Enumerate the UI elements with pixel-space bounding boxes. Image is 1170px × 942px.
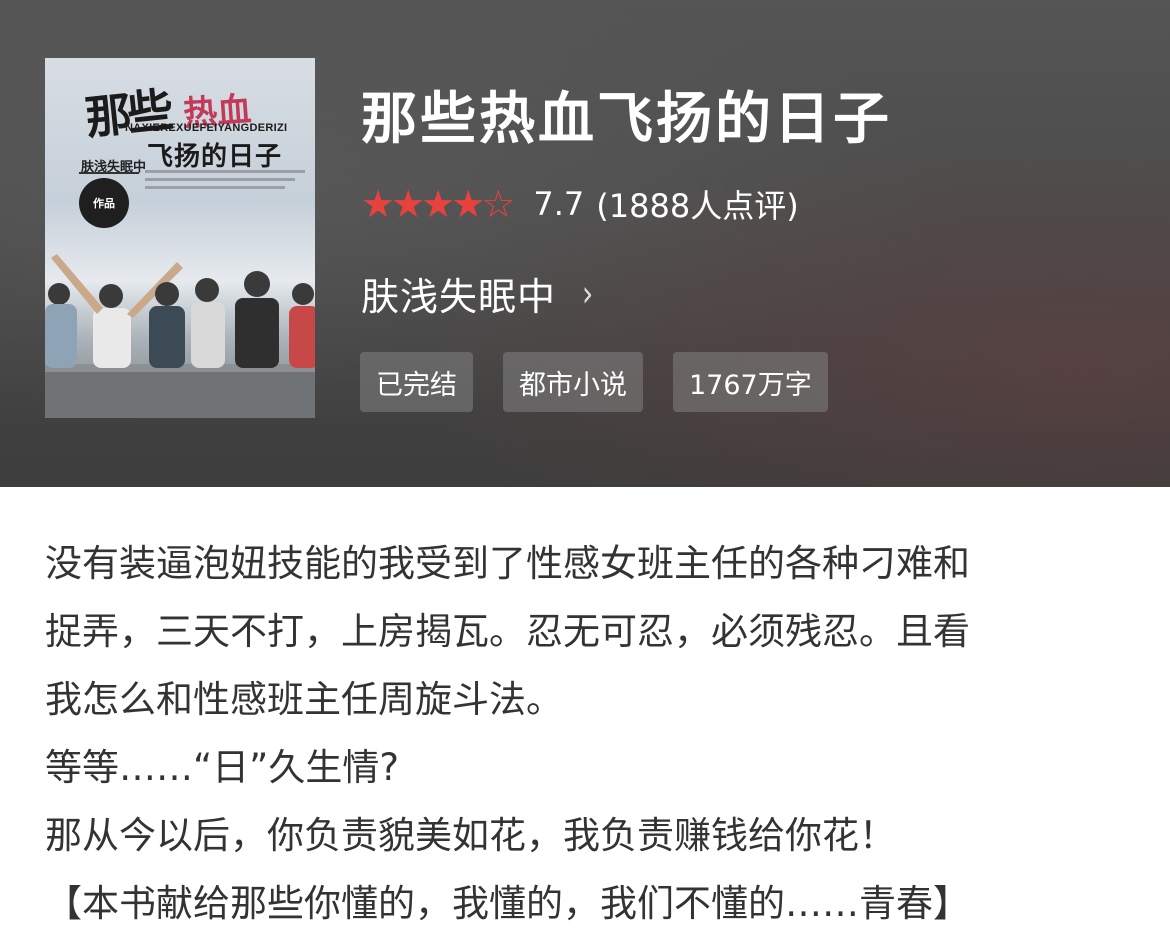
star-filled-icon: ★ [391, 182, 425, 226]
book-title: 那些热血飞扬的日子 [361, 87, 892, 152]
book-cover-image[interactable]: 那些 热血 NAXIEREXUEFEIYANGDERIZI 飞扬的日子 肤浅失眠… [45, 58, 315, 418]
cover-title-part3: 飞扬的日子 [147, 142, 283, 172]
chevron-right-icon: › [582, 272, 594, 315]
synopsis-line: 等等……“日”久生情? [45, 746, 399, 789]
book-header: 那些 热血 NAXIEREXUEFEIYANGDERIZI 飞扬的日子 肤浅失眠… [0, 0, 1170, 487]
synopsis-line: 那从今以后，你负责貌美如花，我负责赚钱给你花！ [45, 814, 896, 857]
rating-count: (1888人点评) [596, 187, 799, 225]
rating-score: 7.7 [533, 185, 585, 223]
author-link[interactable]: 肤浅失眠中 › [361, 266, 593, 321]
rating-stars: ★ ★ ★ ★ ☆ [361, 182, 515, 226]
star-filled-icon: ★ [421, 182, 455, 226]
rating-row: ★ ★ ★ ★ ☆ 7.7 (1888人点评) [361, 180, 799, 228]
cover-author: 肤浅失眠中 [81, 160, 147, 175]
cover-works-badge: 作品 [79, 178, 129, 228]
book-tags: 已完结 都市小说 1767万字 [360, 352, 858, 412]
tag-category[interactable]: 都市小说 [503, 352, 643, 412]
synopsis-line: 捉弄，三天不打，上房揭瓦。忍无可忍，必须残忍。且看 [45, 610, 970, 653]
star-filled-icon: ★ [451, 182, 485, 226]
star-empty-icon: ☆ [481, 182, 515, 226]
cover-pinyin: NAXIEREXUEFEIYANGDERIZI [125, 122, 288, 134]
synopsis-line: 【本书献给那些你懂的，我懂的，我们不懂的……青春】 [45, 882, 970, 925]
synopsis-line: 我怎么和性感班主任周旋斗法。 [45, 678, 563, 721]
tag-status[interactable]: 已完结 [360, 352, 473, 412]
tag-word-count[interactable]: 1767万字 [673, 352, 828, 412]
author-name: 肤浅失眠中 [361, 275, 557, 319]
synopsis-line: 没有装逼泡妞技能的我受到了性感女班主任的各种刁难和 [45, 542, 970, 585]
star-filled-icon: ★ [361, 182, 395, 226]
book-detail-page: 那些 热血 NAXIEREXUEFEIYANGDERIZI 飞扬的日子 肤浅失眠… [0, 0, 1170, 942]
book-synopsis: 没有装逼泡妞技能的我受到了性感女班主任的各种刁难和 捉弄，三天不打，上房揭瓦。忍… [45, 530, 1135, 938]
